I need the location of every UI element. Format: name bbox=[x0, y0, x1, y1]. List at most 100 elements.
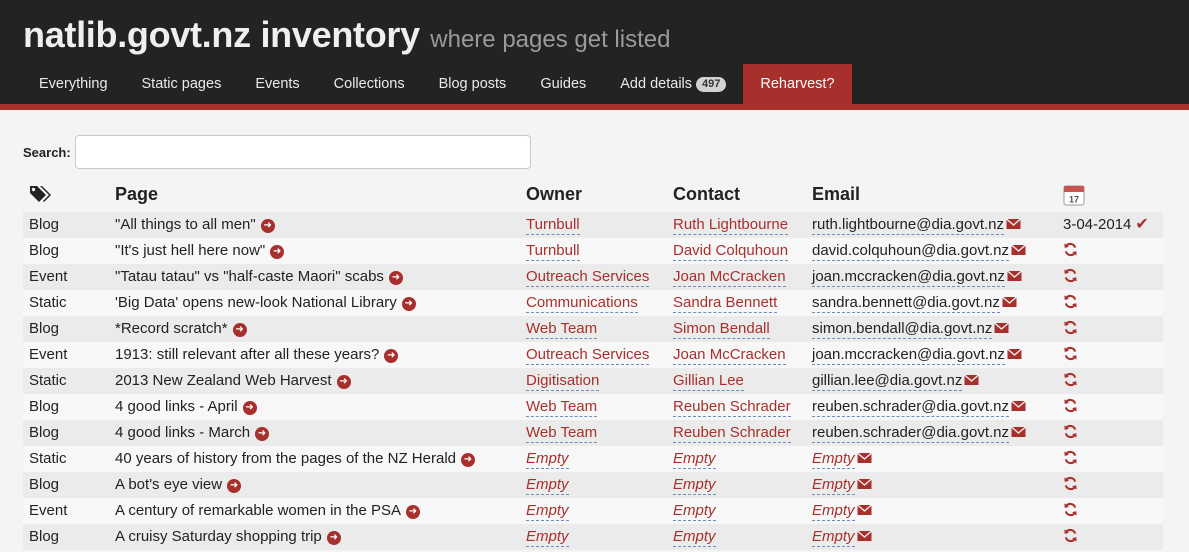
calendar-icon[interactable]: 17 bbox=[1063, 184, 1085, 211]
arrow-circle-right-icon[interactable]: ➜ bbox=[232, 323, 247, 337]
envelope-icon[interactable] bbox=[1006, 213, 1021, 239]
page-title[interactable]: 2013 New Zealand Web Harvest bbox=[115, 372, 332, 389]
envelope-icon[interactable] bbox=[1006, 343, 1022, 369]
email-field[interactable]: joan.mccracken@dia.govt.nz bbox=[812, 346, 1005, 365]
refresh-icon[interactable] bbox=[1063, 266, 1078, 292]
contact-field[interactable]: Simon Bendall bbox=[673, 320, 770, 339]
contact-field[interactable]: Empty bbox=[673, 476, 716, 495]
page-title[interactable]: "Tatau tatau" vs "half-caste Maori" scab… bbox=[115, 268, 384, 285]
refresh-icon[interactable] bbox=[1063, 500, 1078, 526]
arrow-circle-right-icon[interactable]: ➜ bbox=[336, 375, 351, 389]
page-title[interactable]: 40 years of history from the pages of th… bbox=[115, 450, 456, 467]
arrow-circle-right-icon[interactable]: ➜ bbox=[388, 271, 403, 285]
nav-tab-collections[interactable]: Collections bbox=[317, 64, 422, 104]
page-title[interactable]: 1913: still relevant after all these yea… bbox=[115, 346, 379, 363]
contact-field[interactable]: Sandra Bennett bbox=[673, 294, 778, 313]
contact-field[interactable]: Empty bbox=[673, 528, 716, 547]
owner-field[interactable]: Empty bbox=[526, 528, 569, 547]
column-header-page[interactable]: Page bbox=[115, 184, 158, 205]
email-field[interactable]: reuben.schrader@dia.govt.nz bbox=[812, 424, 1010, 443]
owner-field[interactable]: Web Team bbox=[526, 398, 598, 417]
nav-tab-events[interactable]: Events bbox=[238, 64, 316, 104]
nav-tab-reharvest[interactable]: Reharvest? bbox=[743, 64, 852, 104]
email-field[interactable]: gillian.lee@dia.govt.nz bbox=[812, 372, 963, 391]
email-field[interactable]: reuben.schrader@dia.govt.nz bbox=[812, 398, 1010, 417]
contact-field[interactable]: Reuben Schrader bbox=[673, 398, 791, 417]
arrow-circle-right-icon[interactable]: ➜ bbox=[260, 219, 275, 233]
refresh-icon[interactable] bbox=[1063, 318, 1078, 344]
nav-tab-add-details[interactable]: Add details 497 bbox=[603, 64, 743, 104]
arrow-circle-right-icon[interactable]: ➜ bbox=[270, 245, 285, 259]
envelope-icon[interactable] bbox=[1011, 421, 1026, 447]
refresh-icon[interactable] bbox=[1063, 474, 1078, 500]
email-field[interactable]: Empty bbox=[812, 528, 855, 547]
owner-field[interactable]: Digitisation bbox=[526, 372, 600, 391]
page-title[interactable]: A cruisy Saturday shopping trip bbox=[115, 528, 322, 545]
arrow-circle-right-icon[interactable]: ➜ bbox=[405, 505, 420, 519]
search-input[interactable] bbox=[74, 135, 531, 169]
email-field[interactable]: Empty bbox=[812, 502, 855, 521]
envelope-icon[interactable] bbox=[856, 473, 872, 499]
app-title[interactable]: natlib.govt.nz inventory bbox=[23, 14, 420, 55]
nav-tab-blog-posts[interactable]: Blog posts bbox=[422, 64, 524, 104]
email-field[interactable]: joan.mccracken@dia.govt.nz bbox=[812, 268, 1005, 287]
envelope-icon[interactable] bbox=[856, 499, 872, 525]
contact-field[interactable]: Joan McCracken bbox=[673, 346, 786, 365]
owner-field[interactable]: Empty bbox=[526, 450, 569, 469]
nav-tab-static-pages[interactable]: Static pages bbox=[125, 64, 239, 104]
email-field[interactable]: ruth.lightbourne@dia.govt.nz bbox=[812, 216, 1005, 235]
envelope-icon[interactable] bbox=[856, 525, 872, 551]
owner-field[interactable]: Outreach Services bbox=[526, 346, 650, 365]
nav-tab-guides[interactable]: Guides bbox=[523, 64, 603, 104]
owner-field[interactable]: Turnbull bbox=[526, 242, 580, 261]
owner-field[interactable]: Outreach Services bbox=[526, 268, 650, 287]
envelope-icon[interactable] bbox=[856, 447, 872, 473]
contact-field[interactable]: Empty bbox=[673, 450, 716, 469]
refresh-icon[interactable] bbox=[1063, 396, 1078, 422]
contact-field[interactable]: Empty bbox=[673, 502, 716, 521]
contact-field[interactable]: Gillian Lee bbox=[673, 372, 744, 391]
nav-tab-everything[interactable]: Everything bbox=[22, 64, 125, 104]
arrow-circle-right-icon[interactable]: ➜ bbox=[242, 401, 257, 415]
email-field[interactable]: sandra.bennett@dia.govt.nz bbox=[812, 294, 1000, 313]
page-title[interactable]: A bot's eye view bbox=[115, 476, 222, 493]
column-header-email[interactable]: Email bbox=[812, 184, 860, 205]
arrow-circle-right-icon[interactable]: ➜ bbox=[227, 479, 242, 493]
owner-field[interactable]: Turnbull bbox=[526, 216, 580, 235]
arrow-circle-right-icon[interactable]: ➜ bbox=[255, 427, 270, 441]
refresh-icon[interactable] bbox=[1063, 370, 1078, 396]
arrow-circle-right-icon[interactable]: ➜ bbox=[326, 531, 341, 545]
refresh-icon[interactable] bbox=[1063, 344, 1078, 370]
refresh-icon[interactable] bbox=[1063, 422, 1078, 448]
page-title[interactable]: A century of remarkable women in the PSA bbox=[115, 502, 401, 519]
page-title[interactable]: "It's just hell here now" bbox=[115, 242, 265, 259]
refresh-icon[interactable] bbox=[1063, 292, 1078, 318]
owner-field[interactable]: Web Team bbox=[526, 320, 598, 339]
column-header-owner[interactable]: Owner bbox=[526, 184, 582, 205]
page-title[interactable]: 4 good links - April bbox=[115, 398, 238, 415]
email-field[interactable]: Empty bbox=[812, 450, 855, 469]
email-field[interactable]: david.colquhoun@dia.govt.nz bbox=[812, 242, 1010, 261]
envelope-icon[interactable] bbox=[964, 369, 980, 395]
envelope-icon[interactable] bbox=[994, 317, 1010, 343]
owner-field[interactable]: Web Team bbox=[526, 424, 598, 443]
page-title[interactable]: 'Big Data' opens new-look National Libra… bbox=[115, 294, 397, 311]
page-title[interactable]: *Record scratch* bbox=[115, 320, 228, 337]
arrow-circle-right-icon[interactable]: ➜ bbox=[384, 349, 399, 363]
page-title[interactable]: "All things to all men" bbox=[115, 216, 256, 233]
page-title[interactable]: 4 good links - March bbox=[115, 424, 250, 441]
envelope-icon[interactable] bbox=[1011, 239, 1026, 265]
owner-field[interactable]: Communications bbox=[526, 294, 638, 313]
envelope-icon[interactable] bbox=[1001, 291, 1017, 317]
envelope-icon[interactable] bbox=[1006, 265, 1022, 291]
contact-field[interactable]: Ruth Lightbourne bbox=[673, 216, 789, 235]
arrow-circle-right-icon[interactable]: ➜ bbox=[461, 453, 475, 467]
contact-field[interactable]: Joan McCracken bbox=[673, 268, 786, 287]
envelope-icon[interactable] bbox=[1011, 395, 1026, 421]
refresh-icon[interactable] bbox=[1063, 526, 1078, 552]
owner-field[interactable]: Empty bbox=[526, 476, 569, 495]
owner-field[interactable]: Empty bbox=[526, 502, 569, 521]
column-header-contact[interactable]: Contact bbox=[673, 184, 740, 205]
email-field[interactable]: Empty bbox=[812, 476, 855, 495]
refresh-icon[interactable] bbox=[1063, 240, 1078, 266]
